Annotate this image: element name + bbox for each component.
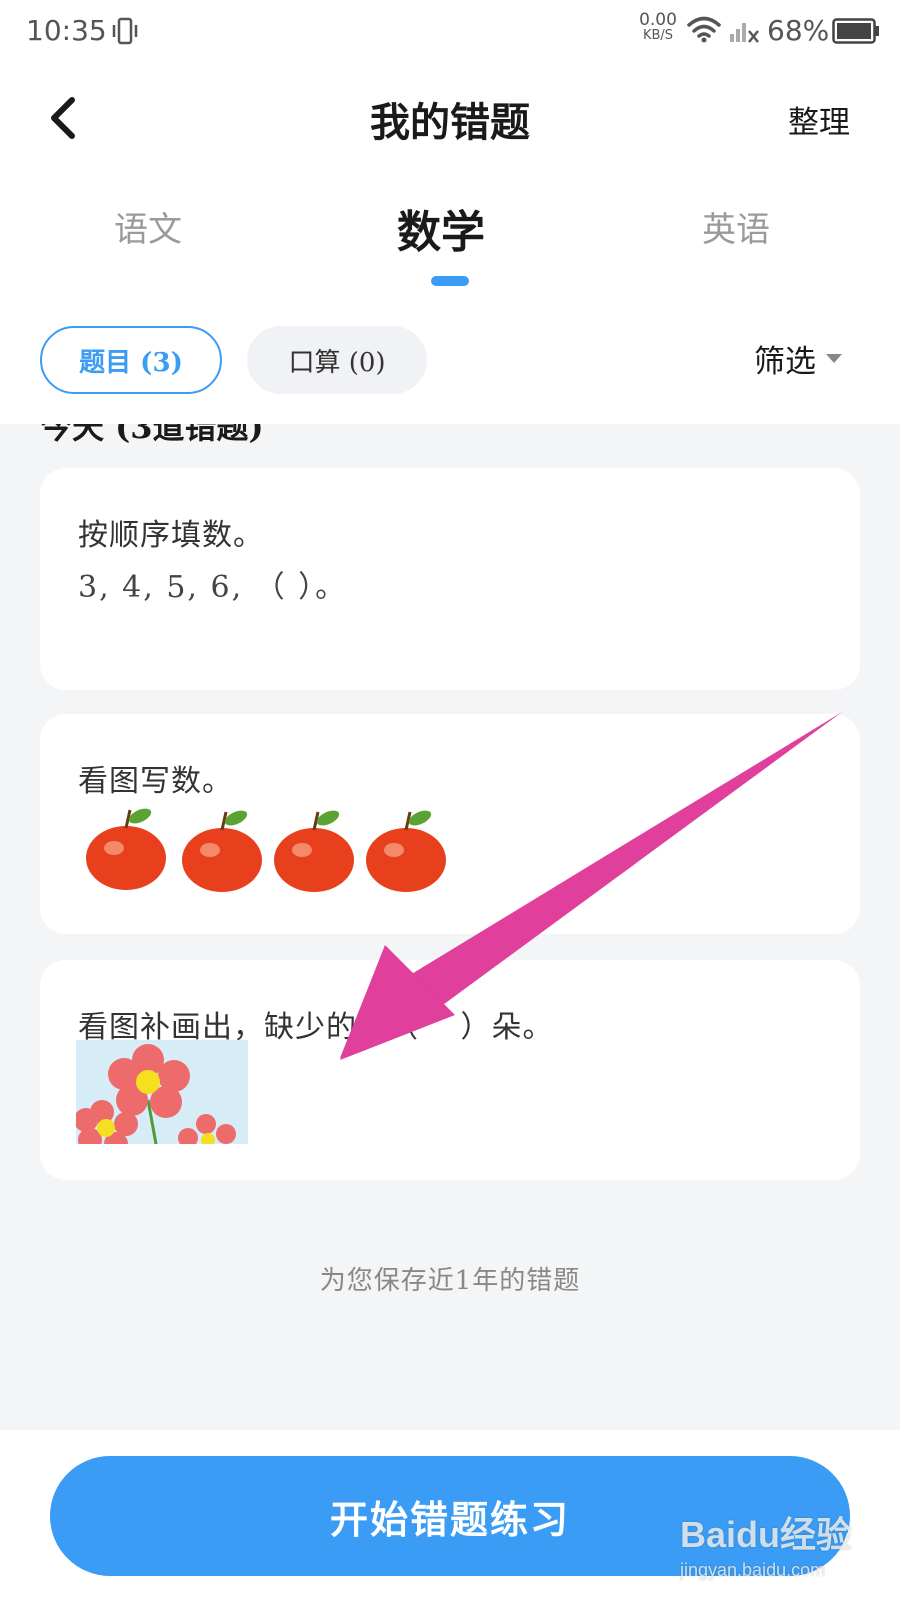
tab-chinese[interactable]: 语文 (48, 202, 248, 251)
oral-calc-filter-pill[interactable]: 口算 (0) (247, 326, 427, 394)
organize-button[interactable]: 整理 (788, 97, 850, 142)
filter-row: 题目 (3) 口算 (0) 筛选 (0, 292, 900, 424)
card-content: 3, 4, 5, 6, （ ）。 (78, 570, 348, 605)
network-speed: 0.00 KB/S (636, 12, 680, 44)
filter-dropdown[interactable]: 筛选 (754, 336, 842, 381)
navigation-bar: 我的错题 整理 (0, 62, 900, 172)
mistake-card[interactable]: 看图写数。 (40, 714, 860, 934)
network-speed-unit: KB/S (642, 28, 674, 43)
page-title: 我的错题 (370, 99, 530, 146)
active-tab-indicator (431, 276, 469, 286)
watermark-logo: Baidu经验 (680, 1514, 853, 1555)
wifi-icon (687, 16, 721, 43)
status-bar: 10:35 0.00 KB/S 68% (0, 0, 900, 62)
section-header: 今天 (3道错题) (40, 424, 264, 446)
network-speed-value: 0.00 (639, 10, 677, 30)
filter-label: 筛选 (754, 344, 816, 380)
battery-percent: 68% (767, 14, 830, 47)
vibrate-icon (112, 17, 138, 45)
mistake-card[interactable]: 看图补画出，缺少的有（ ）朵。 (40, 960, 860, 1180)
signal-icon (730, 23, 759, 43)
subject-tabs: 语文 数学 英语 (0, 172, 900, 292)
tab-english[interactable]: 英语 (636, 202, 836, 251)
battery-icon (832, 18, 879, 44)
caret-down-icon (826, 354, 842, 363)
questions-filter-pill[interactable]: 题目 (3) (40, 326, 222, 394)
mistake-list[interactable]: 今天 (3道错题) 按顺序填数。 3, 4, 5, 6, （ ）。 看图写数。 (0, 424, 900, 1430)
mistake-card[interactable]: 按顺序填数。 3, 4, 5, 6, （ ）。 (40, 468, 860, 690)
tab-math[interactable]: 数学 (341, 196, 541, 260)
baidu-watermark: Baidu经验 jingyan.baidu.com (680, 1498, 880, 1588)
card-question: 看图写数。 (78, 764, 233, 799)
card-question: 按顺序填数。 (78, 518, 264, 553)
apples-image (76, 804, 448, 896)
flowers-image (76, 1040, 248, 1144)
retention-note: 为您保存近1年的错题 (319, 1266, 581, 1296)
watermark-url: jingyan.baidu.com (680, 1560, 826, 1580)
status-time: 10:35 (26, 14, 107, 47)
